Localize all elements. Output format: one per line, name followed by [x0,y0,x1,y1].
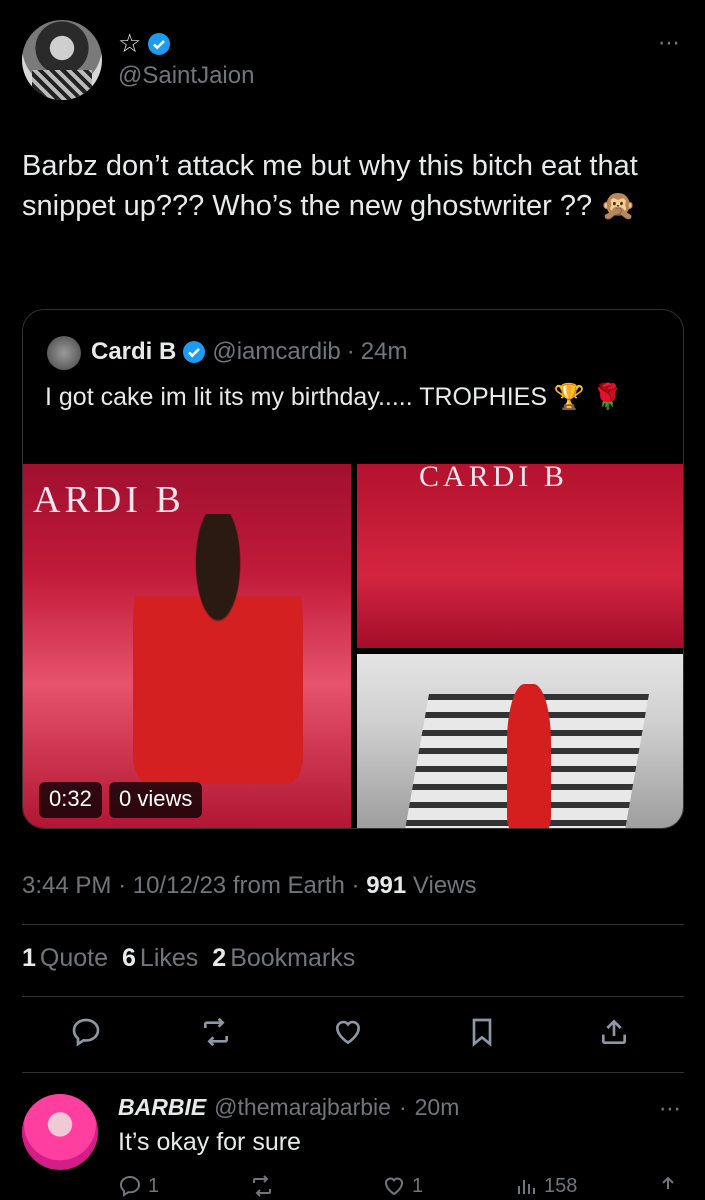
reply-time[interactable]: 20m [415,1094,460,1121]
like-icon[interactable] [332,1016,372,1056]
tweet-time[interactable]: 3:44 PM [22,872,111,899]
reply-views-button[interactable]: 158 [514,1174,577,1198]
divider [22,924,684,925]
reply-text: It’s okay for sure [118,1128,301,1156]
quotes-label: Quote [39,944,109,972]
repost-icon [253,1175,271,1197]
reply-likes-count: 1 [412,1174,424,1197]
share-icon [662,1176,674,1189]
likes-stat[interactable]: 6 Likes [122,944,198,973]
likes-count: 6 [122,944,136,972]
media-brand-text: CARDI B [419,464,568,493]
quoted-handle[interactable]: @iamcardib [212,338,340,366]
quotes-stat[interactable]: 1 Quote [22,944,108,973]
media-photo-1[interactable]: CARDI B [357,464,683,648]
reply-icon [119,1175,141,1197]
views-icon [518,1180,535,1194]
reply-sep: · [398,1094,407,1120]
tweet-meta: 3:44 PM · 10/12/23 from Earth · 991 View… [22,872,477,900]
quoted-avatar[interactable] [47,336,81,370]
meta-sep: · [351,872,360,899]
tweet-source: from Earth [232,872,345,899]
reply-repost-button[interactable] [250,1174,274,1198]
divider [22,996,684,997]
quoted-name[interactable]: Cardi B [91,338,176,366]
tweet-text: Barbz don’t attack me but why this bitch… [22,150,638,222]
reply-icon[interactable] [70,1016,110,1056]
divider [22,1072,684,1073]
verified-icon [183,341,206,363]
avatar-shirt [32,70,92,100]
author-handle[interactable]: @SaintJaion [118,62,254,90]
engagement-stats: 1 Quote 6 Likes 2 Bookmarks [22,944,355,973]
author-avatar[interactable] [22,20,102,100]
likes-label: Likes [139,944,199,972]
media-photo-2[interactable] [357,654,683,828]
bookmarks-label: Bookmarks [230,944,356,972]
repost-icon[interactable] [200,1016,240,1056]
quoted-text: I got cake im lit its my birthday..... T… [45,383,624,411]
bookmark-icon[interactable] [466,1016,506,1056]
meta-sep: · [118,872,127,899]
quoted-media-grid: ARDI B 0:32 0 views CARDI B [23,464,683,828]
more-options-icon[interactable]: ⋯ [658,30,681,56]
reply-share-button[interactable] [656,1174,680,1198]
like-icon [384,1177,404,1196]
video-duration-badge: 0:32 [39,782,102,818]
reply-action-bar: 1 1 158 [0,1174,705,1200]
tweet-date[interactable]: 10/12/23 [133,872,226,899]
more-options-icon[interactable]: ⋯ [659,1096,681,1122]
share-icon[interactable] [598,1016,638,1056]
quoted-tweet-card[interactable]: Cardi B @iamcardib · 24m I got cake im l… [22,309,684,829]
reply-handle[interactable]: @themarajbarbie [214,1094,391,1121]
quotes-count: 1 [22,944,36,972]
video-views-badge: 0 views [109,782,203,818]
media-video[interactable]: ARDI B 0:32 0 views [23,464,351,828]
media-brand-text: ARDI B [33,479,185,521]
author-name-row[interactable]: ☆ [118,28,171,59]
quoted-header: Cardi B @iamcardib · 24m [91,338,407,366]
bookmarks-stat[interactable]: 2 Bookmarks [212,944,355,973]
reply-reply-button[interactable]: 1 [118,1174,159,1198]
views-label: Views [412,872,477,899]
media-figure [133,514,303,784]
author-display-name: ☆ [118,28,142,58]
reply-avatar[interactable] [22,1094,98,1170]
action-bar [0,1016,705,1064]
reply-replies-count: 1 [148,1174,160,1197]
bookmarks-count: 2 [212,944,227,972]
verified-icon [148,32,171,55]
reply-views-count: 158 [544,1174,578,1197]
views-count: 991 [366,872,407,899]
reply-like-button[interactable]: 1 [382,1174,423,1198]
reply-name[interactable]: BARBIE [118,1094,206,1121]
quoted-time[interactable]: 24m [361,338,408,366]
media-dress [507,684,551,828]
quoted-sep: · [346,338,355,365]
reply-header: BARBIE @themarajbarbie · 20m [118,1094,459,1121]
